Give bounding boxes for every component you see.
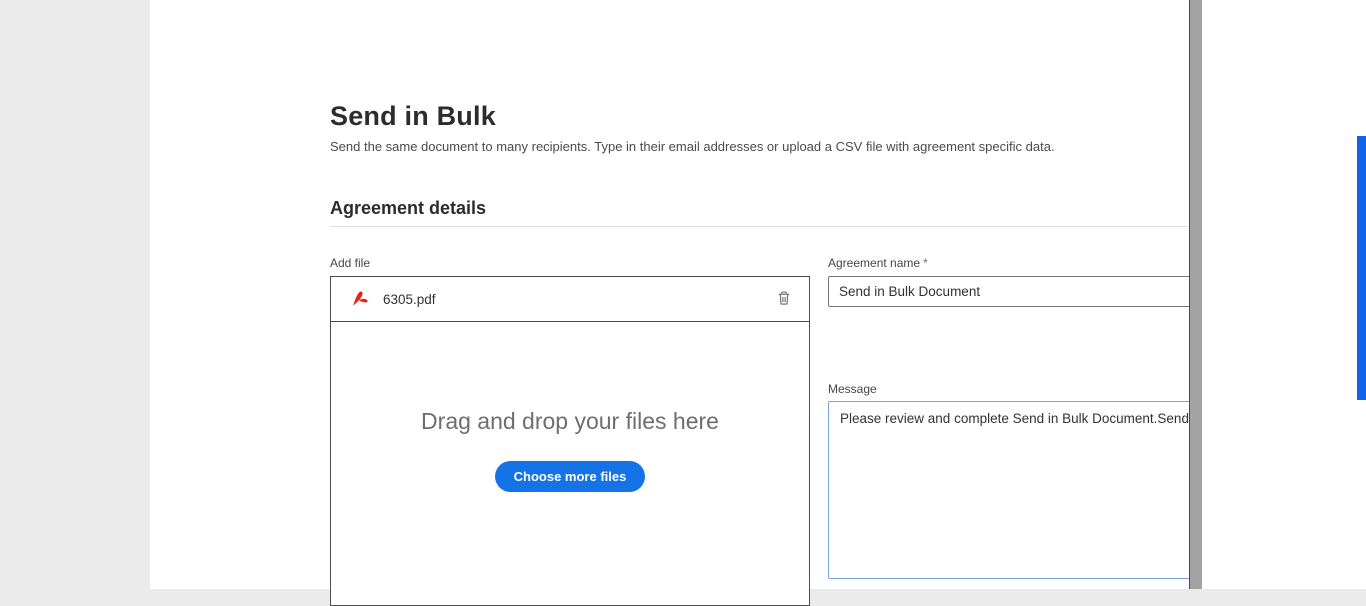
section-heading-agreement-details: Agreement details [330, 198, 486, 219]
required-asterisk: * [923, 256, 928, 270]
agreement-name-label: Agreement name* [828, 256, 928, 270]
page-scrollbar[interactable] [1189, 0, 1202, 589]
edge-scroll-indicator[interactable] [1357, 136, 1366, 400]
delete-file-button[interactable] [773, 288, 795, 310]
file-dropzone[interactable]: Drag and drop your files here Choose mor… [331, 322, 809, 492]
right-gutter [1202, 0, 1366, 589]
main-content: Send in Bulk Send the same document to m… [150, 0, 1189, 589]
file-upload-panel: 6305.pdf Drag and drop your files here C… [330, 276, 810, 606]
choose-more-files-button[interactable]: Choose more files [495, 461, 646, 492]
file-name: 6305.pdf [383, 292, 436, 307]
trash-icon [775, 289, 793, 310]
uploaded-file-row: 6305.pdf [331, 277, 809, 322]
dropzone-text: Drag and drop your files here [421, 408, 719, 435]
section-divider [330, 226, 1305, 227]
agreement-name-label-text: Agreement name [828, 256, 920, 270]
message-label: Message [828, 382, 877, 396]
acrobat-pdf-icon [349, 288, 371, 310]
add-file-label: Add file [330, 256, 370, 270]
page-title: Send in Bulk [330, 101, 496, 132]
page-subtitle: Send the same document to many recipient… [330, 139, 1055, 154]
